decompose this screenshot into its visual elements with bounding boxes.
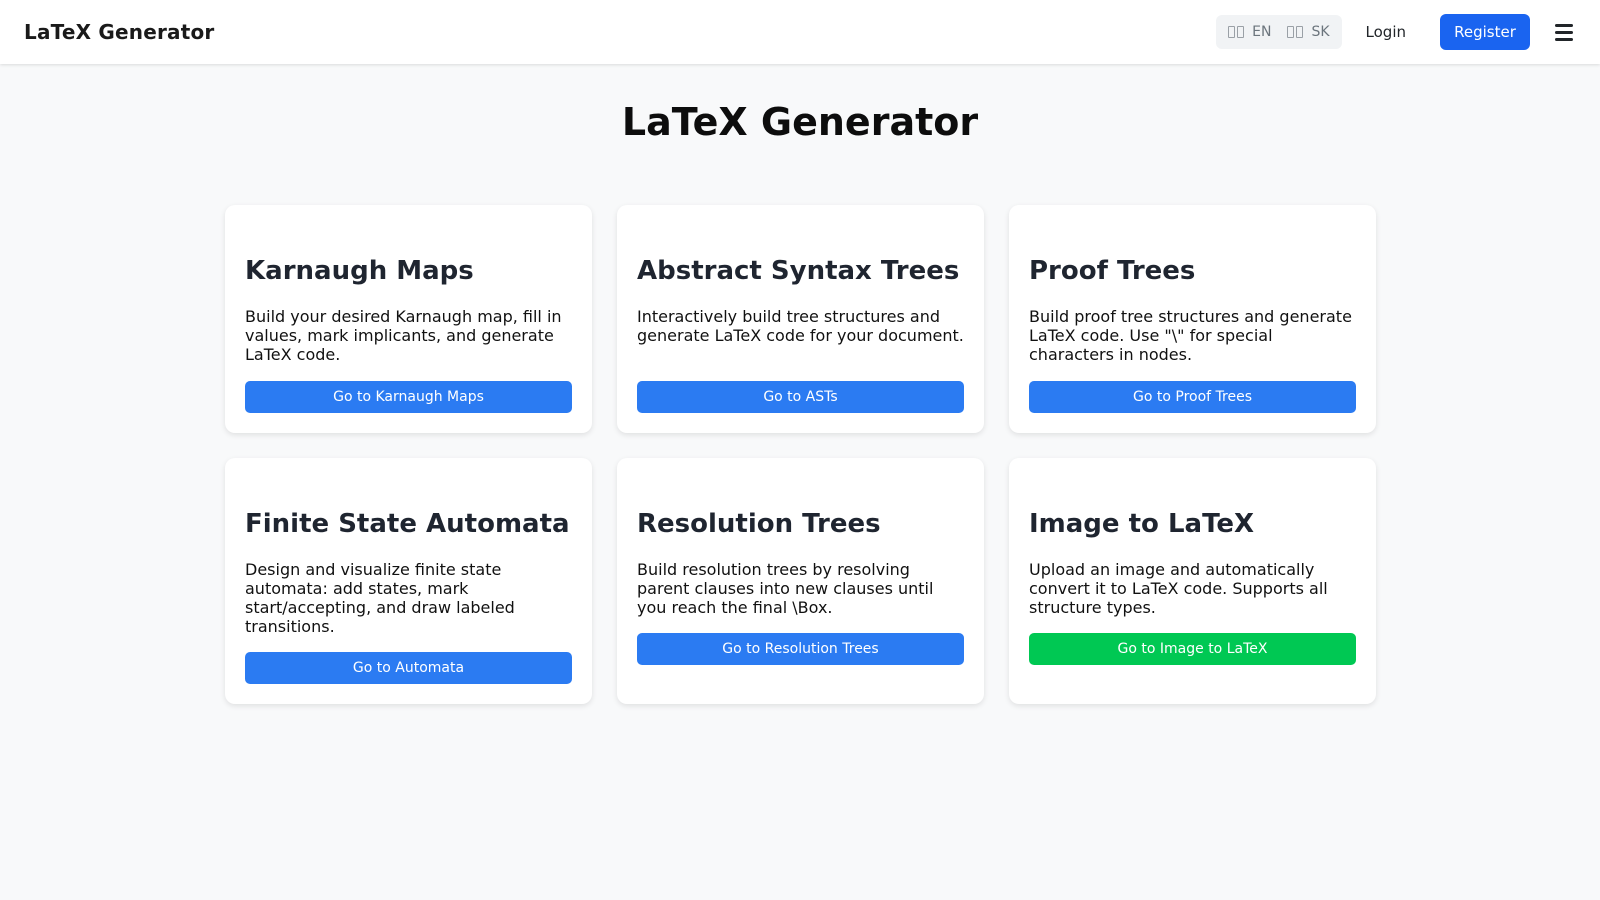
card-title: Abstract Syntax Trees <box>637 256 960 286</box>
register-button[interactable]: Register <box>1440 14 1530 50</box>
card-resolution-trees: Resolution Trees Build resolution trees … <box>617 458 984 704</box>
go-to-resolution-trees-button[interactable]: Go to Resolution Trees <box>637 633 964 665</box>
card-description: Upload an image and automatically conver… <box>1029 560 1328 617</box>
card-description: Design and visualize finite state automa… <box>245 560 515 636</box>
go-to-asts-button[interactable]: Go to ASTs <box>637 381 964 413</box>
card-title: Finite State Automata <box>245 509 570 539</box>
lang-en-label: EN <box>1252 24 1272 40</box>
go-to-automata-button[interactable]: Go to Automata <box>245 652 572 684</box>
nav-actions: EN SK Login Register <box>1216 0 1576 64</box>
card-description: Build your desired Karnaugh map, fill in… <box>245 307 562 364</box>
go-to-image-to-latex-button[interactable]: Go to Image to LaTeX <box>1029 633 1356 665</box>
hamburger-menu-icon[interactable] <box>1552 20 1576 44</box>
card-karnaugh-maps: Karnaugh Maps Build your desired Karnaug… <box>225 205 592 433</box>
go-to-proof-trees-button[interactable]: Go to Proof Trees <box>1029 381 1356 413</box>
card-abstract-syntax-trees: Abstract Syntax Trees Interactively buil… <box>617 205 984 433</box>
language-switcher: EN SK <box>1216 15 1342 49</box>
card-description: Build proof tree structures and generate… <box>1029 307 1352 364</box>
tool-card-grid: Karnaugh Maps Build your desired Karnaug… <box>225 205 1376 704</box>
card-title: Proof Trees <box>1029 256 1196 286</box>
card-image-to-latex: Image to LaTeX Upload an image and autom… <box>1009 458 1376 704</box>
card-title: Image to LaTeX <box>1029 509 1255 539</box>
page-title: LaTeX Generator <box>621 100 979 144</box>
brand-logo[interactable]: LaTeX Generator <box>24 20 214 44</box>
card-description: Build resolution trees by resolving pare… <box>637 560 934 617</box>
go-to-karnaugh-maps-button[interactable]: Go to Karnaugh Maps <box>245 381 572 413</box>
card-title: Resolution Trees <box>637 509 881 539</box>
card-finite-state-automata: Finite State Automata Design and visuali… <box>225 458 592 704</box>
card-description: Interactively build tree structures and … <box>637 307 964 345</box>
navbar: LaTeX Generator EN SK Login Register <box>0 0 1600 64</box>
login-link[interactable]: Login <box>1358 17 1414 47</box>
flag-icon <box>1287 25 1305 39</box>
lang-sk-button[interactable]: SK <box>1279 18 1337 46</box>
card-title: Karnaugh Maps <box>245 256 474 286</box>
flag-icon <box>1228 25 1246 39</box>
lang-en-button[interactable]: EN <box>1220 18 1279 46</box>
lang-sk-label: SK <box>1311 24 1330 40</box>
card-proof-trees: Proof Trees Build proof tree structures … <box>1009 205 1376 433</box>
